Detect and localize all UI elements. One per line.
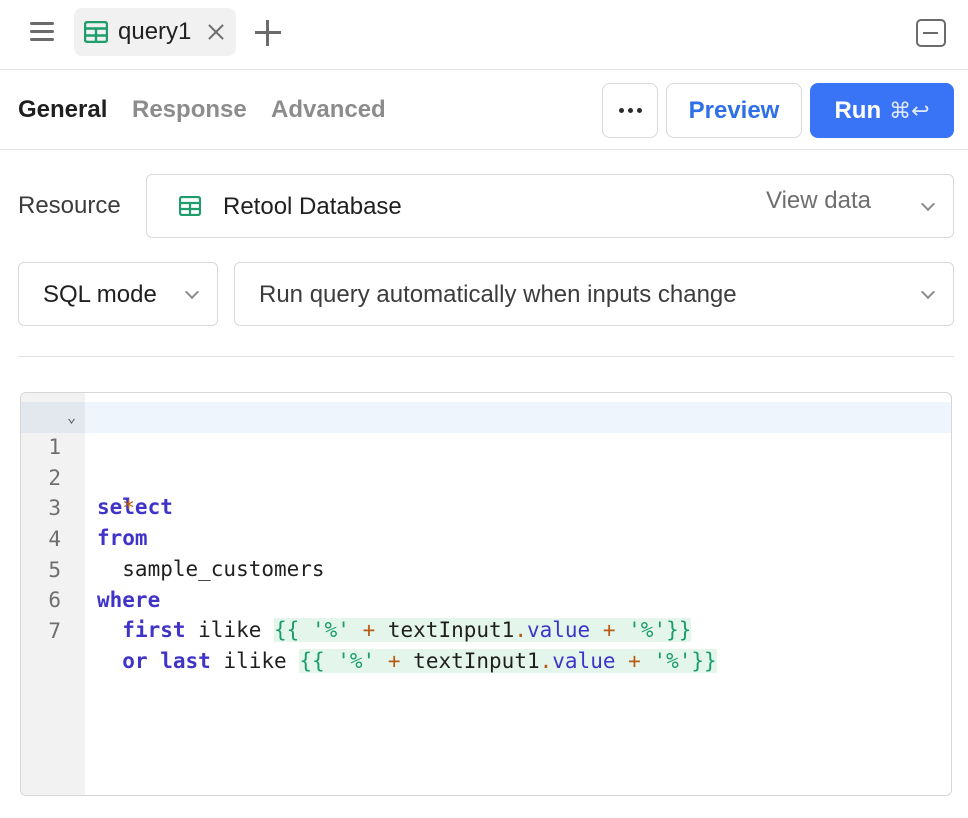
view-data-link[interactable]: View data xyxy=(766,187,871,215)
code-line: 6 first ilike {{ '%' + textInput1.value … xyxy=(21,555,951,643)
close-icon[interactable] xyxy=(204,20,228,44)
run-trigger-value: Run query automatically when inputs chan… xyxy=(259,281,737,308)
table-icon xyxy=(84,21,108,43)
line-number: 7 xyxy=(48,619,61,644)
code-line: 4 sample_customers xyxy=(21,494,951,581)
divider xyxy=(18,356,954,357)
more-options-button[interactable] xyxy=(602,83,658,138)
code-line: 1 ⌄ select xyxy=(21,402,951,519)
chevron-down-icon xyxy=(920,196,936,212)
collapse-panel-icon[interactable] xyxy=(916,19,946,47)
code-line-text: or last ilike {{ '%' + textInput1.value … xyxy=(122,649,717,674)
code-line: 7 or last ilike {{ '%' + textInput1.valu… xyxy=(21,586,951,674)
resource-value: Retool Database xyxy=(223,193,402,220)
query-tab-label: query1 xyxy=(118,18,192,45)
menu-icon[interactable] xyxy=(28,20,56,44)
run-trigger-select[interactable]: Run query automatically when inputs chan… xyxy=(234,262,954,326)
tab-advanced[interactable]: Advanced xyxy=(271,96,386,124)
database-table-icon xyxy=(179,196,201,216)
plus-icon[interactable] xyxy=(254,19,282,47)
chevron-down-icon xyxy=(920,284,936,300)
tab-response[interactable]: Response xyxy=(132,96,247,124)
fold-chevron-icon[interactable]: ⌄ xyxy=(67,402,76,432)
tab-general[interactable]: General xyxy=(18,96,107,124)
preview-button[interactable]: Preview xyxy=(666,83,802,138)
query-tab-bar: query1 xyxy=(0,0,968,70)
sql-mode-select[interactable]: SQL mode xyxy=(18,262,218,326)
code-lines: 1 ⌄ select 2 * 3 from 4 sample_customers… xyxy=(21,402,951,674)
run-button-label: Run xyxy=(834,96,882,124)
chevron-down-icon xyxy=(184,284,200,300)
query-tab[interactable]: query1 xyxy=(74,8,236,56)
more-icon xyxy=(618,108,642,113)
resource-label: Resource xyxy=(18,192,121,219)
run-shortcut-hint: ⌘↩ xyxy=(889,97,930,123)
code-line-text: first ilike {{ '%' + textInput1.value + … xyxy=(122,618,692,643)
sql-code-editor[interactable]: 1 ⌄ select 2 * 3 from 4 sample_customers… xyxy=(20,392,952,796)
code-line: 3 from xyxy=(21,463,951,550)
code-line: 2 * xyxy=(21,433,951,520)
sql-mode-value: SQL mode xyxy=(43,281,157,308)
code-line: 5 where xyxy=(21,525,951,612)
query-header: General Response Advanced Preview Run ⌘↩ xyxy=(0,70,968,150)
run-button[interactable]: Run ⌘↩ xyxy=(810,83,954,138)
